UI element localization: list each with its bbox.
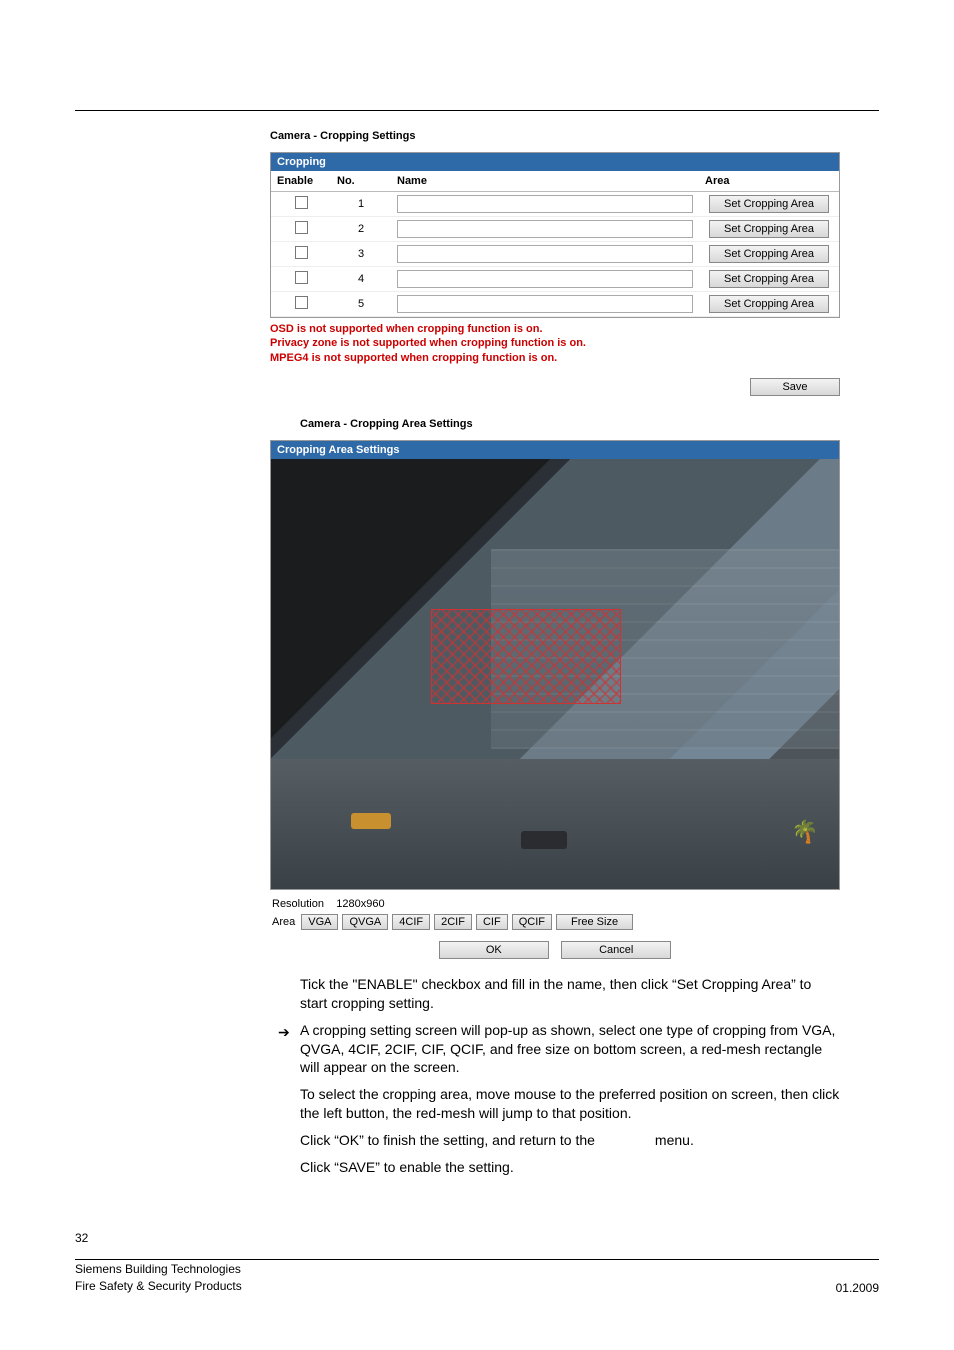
page-number: 32 xyxy=(75,1231,88,1245)
set-cropping-area-button[interactable]: Set Cropping Area xyxy=(709,270,829,288)
row-no: 2 xyxy=(331,217,391,242)
set-cropping-area-button[interactable]: Set Cropping Area xyxy=(709,245,829,263)
cropping-table: Enable No. Name Area 1 Set Cropping Area xyxy=(271,171,839,317)
top-rule xyxy=(75,110,879,111)
table-row: 5 Set Cropping Area xyxy=(271,292,839,317)
section-cropping-area: Camera - Cropping Area Settings Cropping… xyxy=(270,418,840,959)
warning-line: Privacy zone is not supported when cropp… xyxy=(270,336,840,350)
cancel-button[interactable]: Cancel xyxy=(561,941,671,959)
scene-car xyxy=(351,813,391,829)
footer-left: Siemens Building Technologies Fire Safet… xyxy=(75,1261,242,1295)
enable-checkbox[interactable] xyxy=(295,271,308,284)
footer-line: Fire Safety & Security Products xyxy=(75,1278,242,1295)
resolution-label: Resolution xyxy=(272,898,324,910)
resolution-value: 1280x960 xyxy=(336,898,384,910)
cropping-panel-header: Cropping xyxy=(271,153,839,171)
footer-right: 01.2009 xyxy=(836,1281,879,1295)
col-header-enable: Enable xyxy=(271,171,331,192)
warning-messages: OSD is not supported when cropping funct… xyxy=(270,322,840,365)
preset-qcif-button[interactable]: QCIF xyxy=(512,914,552,930)
preset-cif-button[interactable]: CIF xyxy=(476,914,508,930)
enable-checkbox[interactable] xyxy=(295,296,308,309)
row-no: 1 xyxy=(331,192,391,217)
name-input[interactable] xyxy=(397,295,693,313)
section-title-area: Camera - Cropping Area Settings xyxy=(300,418,840,430)
scene-car xyxy=(521,831,567,849)
area-presets-row: Area VGA QVGA 4CIF 2CIF CIF QCIF Free Si… xyxy=(272,914,840,930)
instruction-paragraph: Click “OK” to finish the setting, and re… xyxy=(300,1131,840,1150)
set-cropping-area-button[interactable]: Set Cropping Area xyxy=(709,220,829,238)
footer-line: Siemens Building Technologies xyxy=(75,1261,242,1278)
preset-vga-button[interactable]: VGA xyxy=(301,914,338,930)
save-row: Save xyxy=(270,377,840,396)
ok-cancel-row: OK Cancel xyxy=(270,940,840,959)
section-title-cropping: Camera - Cropping Settings xyxy=(270,130,840,142)
row-no: 4 xyxy=(331,267,391,292)
table-row: 3 Set Cropping Area xyxy=(271,242,839,267)
instruction-bullet: A cropping setting screen will pop-up as… xyxy=(300,1021,840,1078)
ok-button[interactable]: OK xyxy=(439,941,549,959)
set-cropping-area-button[interactable]: Set Cropping Area xyxy=(709,195,829,213)
page: Camera - Cropping Settings Cropping Enab… xyxy=(0,0,954,1350)
enable-checkbox[interactable] xyxy=(295,196,308,209)
preset-4cif-button[interactable]: 4CIF xyxy=(392,914,430,930)
enable-checkbox[interactable] xyxy=(295,246,308,259)
col-header-no: No. xyxy=(331,171,391,192)
body-text: Tick the "ENABLE" checkbox and fill in t… xyxy=(270,975,840,1177)
preset-2cif-button[interactable]: 2CIF xyxy=(434,914,472,930)
preset-freesize-button[interactable]: Free Size xyxy=(556,914,633,930)
instruction-fragment: Click “OK” to finish the setting, and re… xyxy=(300,1132,595,1148)
enable-checkbox[interactable] xyxy=(295,221,308,234)
cropping-area-panel: Cropping Area Settings 🌴 xyxy=(270,440,840,890)
table-row: 1 Set Cropping Area xyxy=(271,192,839,217)
col-header-area: Area xyxy=(699,171,839,192)
bottom-rule xyxy=(75,1259,879,1260)
preset-qvga-button[interactable]: QVGA xyxy=(342,914,388,930)
warning-line: MPEG4 is not supported when cropping fun… xyxy=(270,351,840,365)
set-cropping-area-button[interactable]: Set Cropping Area xyxy=(709,295,829,313)
instruction-fragment: menu. xyxy=(655,1132,694,1148)
table-row: 4 Set Cropping Area xyxy=(271,267,839,292)
save-button[interactable]: Save xyxy=(750,378,840,396)
scene-tree: 🌴 xyxy=(791,819,821,859)
video-preview[interactable]: 🌴 xyxy=(271,459,839,889)
table-row: 2 Set Cropping Area xyxy=(271,217,839,242)
name-input[interactable] xyxy=(397,220,693,238)
area-panel-header: Cropping Area Settings xyxy=(271,441,839,459)
area-label: Area xyxy=(272,916,295,928)
resolution-row: Resolution 1280x960 xyxy=(272,898,840,910)
name-input[interactable] xyxy=(397,195,693,213)
main-content: Camera - Cropping Settings Cropping Enab… xyxy=(270,130,840,1185)
name-input[interactable] xyxy=(397,270,693,288)
instruction-paragraph: To select the cropping area, move mouse … xyxy=(300,1085,840,1123)
crop-rectangle[interactable] xyxy=(431,609,621,704)
row-no: 3 xyxy=(331,242,391,267)
col-header-name: Name xyxy=(391,171,699,192)
row-no: 5 xyxy=(331,292,391,317)
warning-line: OSD is not supported when cropping funct… xyxy=(270,322,840,336)
name-input[interactable] xyxy=(397,245,693,263)
instruction-paragraph: Tick the "ENABLE" checkbox and fill in t… xyxy=(300,975,840,1013)
cropping-panel: Cropping Enable No. Name Area 1 Set xyxy=(270,152,840,318)
instruction-paragraph: Click “SAVE” to enable the setting. xyxy=(300,1158,840,1177)
